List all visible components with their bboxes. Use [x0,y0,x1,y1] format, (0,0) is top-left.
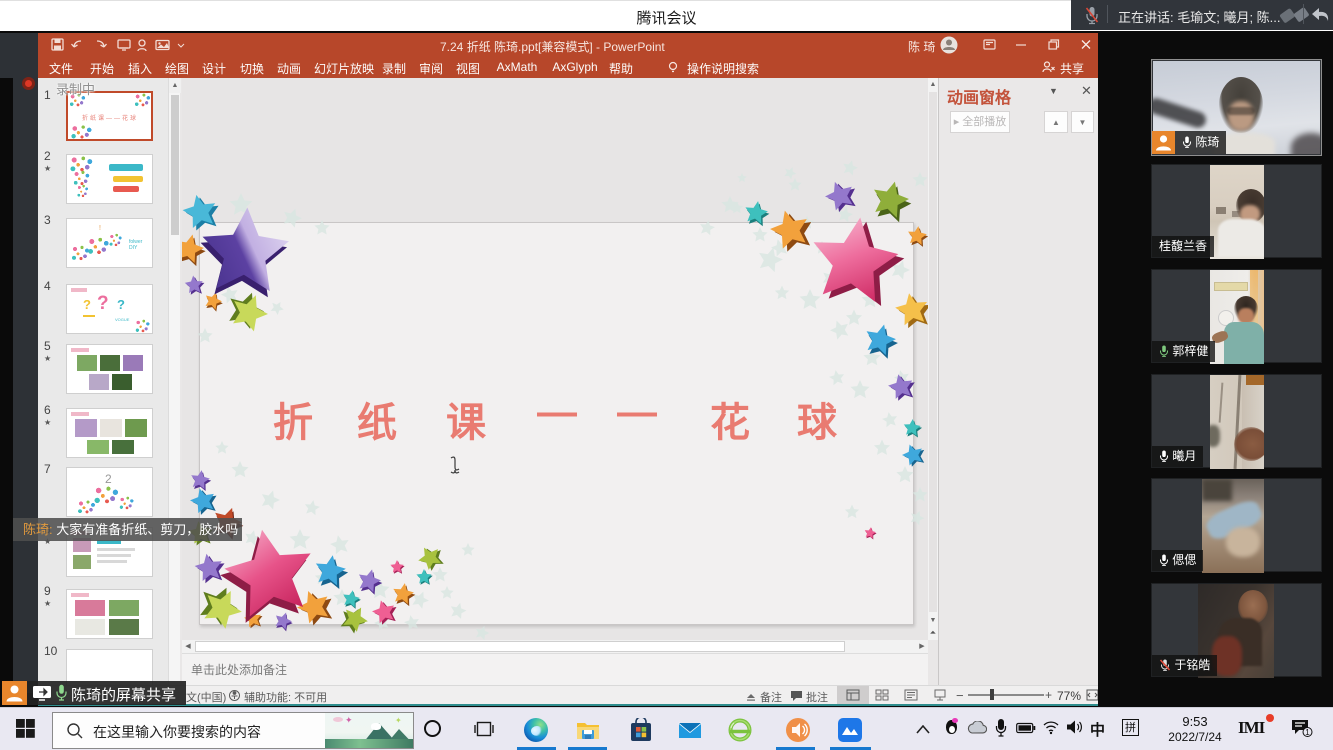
svg-text:1: 1 [1305,728,1310,737]
